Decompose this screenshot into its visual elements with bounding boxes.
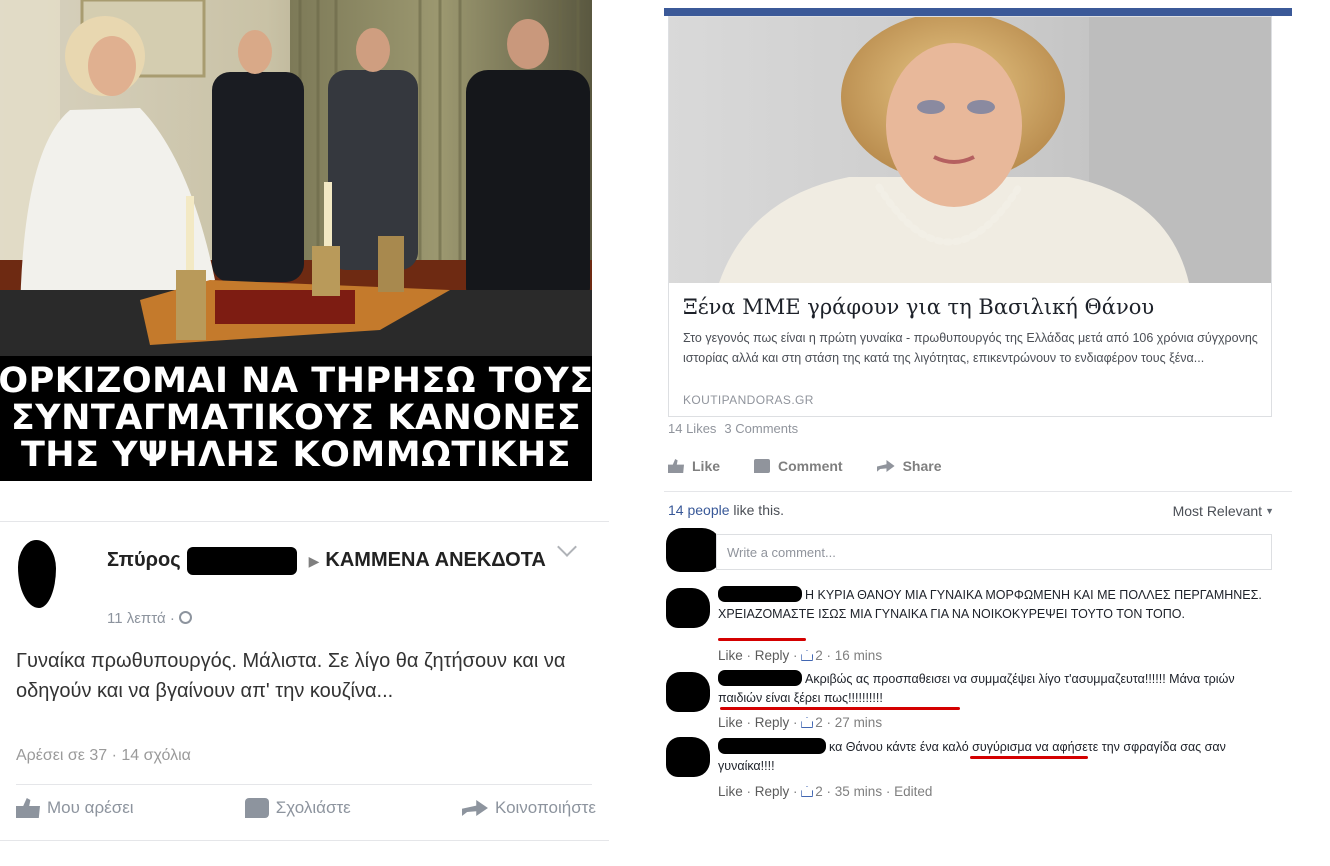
comment-meta: Like · Reply · 2 · 35 mins · Edited [718, 784, 933, 799]
red-underline-annotation [720, 707, 960, 710]
timestamp-text: 11 λεπτά · [107, 610, 175, 627]
thumbs-up-icon [668, 459, 684, 473]
edited-label[interactable]: Edited [894, 784, 932, 799]
comment-time[interactable]: 16 mins [835, 648, 882, 663]
likes-count[interactable]: 14 Likes [668, 421, 716, 436]
post-reaction-stats[interactable]: Αρέσει σε 37 · 14 σχόλια [16, 747, 191, 765]
caption-line-2: ΣΥΝΤΑΓΜΑΤΙΚΟΥΣ ΚΑΝΟΝΕΣ [10, 398, 582, 438]
like-label: Μου αρέσει [47, 798, 134, 817]
article-photo [669, 17, 1271, 283]
comment-meta: Like · Reply · 2 · 16 mins [718, 648, 883, 663]
divider [664, 491, 1292, 492]
share-label: Κοινοποιήστε [494, 798, 596, 817]
like-count-icon [801, 650, 814, 661]
globe-icon [178, 611, 192, 624]
share-arrow-icon [876, 460, 895, 472]
comment-like-link[interactable]: Like [718, 784, 743, 799]
commenter-name-redacted[interactable] [718, 670, 802, 686]
comment-button[interactable]: Comment [754, 458, 843, 474]
post-action-bar: Μου αρέσει Σχολιάστε Κοινοποιήστε [16, 798, 596, 818]
comment-label: Σχολιάστε [275, 798, 351, 817]
comment-time[interactable]: 27 mins [835, 715, 882, 730]
post-timestamp[interactable]: 11 λεπτά · [107, 610, 192, 627]
comment-body: Ακριβώς ας προσπαθεισει να συμμαζέψει λί… [718, 670, 1278, 708]
avatar-redacted[interactable] [666, 672, 710, 712]
comment-time[interactable]: 35 mins [835, 784, 882, 799]
like-count-icon [801, 786, 814, 797]
comment-like-count[interactable]: 2 [815, 715, 823, 730]
like-button[interactable]: Like [668, 458, 720, 474]
like-button[interactable]: Μου αρέσει [16, 798, 134, 818]
link-description: Στο γεγονός πως είναι η πρώτη γυναίκα - … [683, 331, 1258, 365]
avatar-redacted[interactable] [666, 737, 710, 777]
comment-sort-dropdown[interactable]: Most Relevant ▼ [1173, 503, 1274, 519]
comment-bubble-icon [754, 459, 771, 473]
arrow-right-icon: ▶ [308, 552, 320, 569]
like-count-icon [801, 717, 814, 728]
meme-caption: ΟΡΚΙΖΟΜΑΙ ΝΑ ΤΗΡΗΣΩ ΤΟΥΣ ΣΥΝΤΑΓΜΑΤΙΚΟΥΣ … [0, 356, 592, 481]
comment-meta: Like · Reply · 2 · 27 mins [718, 715, 883, 730]
people-like-link[interactable]: 14 people [668, 502, 730, 518]
comments-count[interactable]: 3 Comments [724, 421, 798, 436]
comment-like-count[interactable]: 2 [815, 784, 823, 799]
avatar-redacted[interactable] [18, 540, 56, 608]
meme-image: ΟΡΚΙΖΟΜΑΙ ΝΑ ΤΗΡΗΣΩ ΤΟΥΣ ΣΥΝΤΑΓΜΑΤΙΚΟΥΣ … [0, 0, 592, 481]
link-title[interactable]: Ξένα ΜΜΕ γράφουν για τη Βασιλική Θάνου [683, 295, 1263, 319]
comment-like-link[interactable]: Like [718, 715, 743, 730]
avatar-redacted [666, 528, 722, 572]
name-redaction [186, 546, 297, 575]
caption-line-3: ΤΗΣ ΥΨΗΛΗΣ ΚΟΜΜΩΤΙΚΗΣ [20, 435, 572, 475]
comment-label: Comment [778, 458, 843, 474]
share-arrow-icon [461, 800, 488, 816]
comment-composer [664, 528, 1292, 572]
caption-line-1: ΟΡΚΙΖΟΜΑΙ ΝΑ ΤΗΡΗΣΩ ΤΟΥΣ [0, 361, 592, 401]
sort-label: Most Relevant [1172, 503, 1263, 519]
thumbs-up-icon [16, 798, 40, 818]
like-label: Like [692, 458, 721, 474]
commenter-name-redacted[interactable] [718, 586, 802, 602]
comment-button[interactable]: Σχολιάστε [244, 798, 351, 818]
comment-input[interactable] [716, 534, 1272, 570]
engagement-counts: 14 Likes 3 Comments [668, 421, 798, 436]
facebook-link-post: Ξένα ΜΜΕ γράφουν για τη Βασιλική Θάνου Σ… [664, 8, 1292, 806]
post-header: Σπύρος ▶ ΚΑΜΜΕΝΑ ΑΝΕΚΔΟΤΑ [107, 546, 567, 575]
comment-like-link[interactable]: Like [718, 648, 743, 663]
commenter-name-redacted[interactable] [718, 738, 826, 754]
swearing-in-photo [0, 0, 592, 356]
comment-bubble-icon [244, 798, 269, 818]
share-button[interactable]: Κοινοποιήστε [461, 798, 596, 818]
divider [16, 784, 592, 785]
post-action-bar: Like Comment Share [668, 458, 942, 474]
comment-body: Η ΚΥΡΙΑ ΘΑΝΟΥ ΜΙΑ ΓΥΝΑΙΚΑ ΜΟΡΦΩΜΕΝΗ ΚΑΙ … [718, 586, 1278, 624]
facebook-top-bar [664, 8, 1292, 16]
post-author-link[interactable]: Σπύρος [107, 549, 181, 571]
link-preview-card[interactable]: Ξένα ΜΜΕ γράφουν για τη Βασιλική Θάνου Σ… [668, 16, 1272, 417]
red-underline-annotation [718, 638, 806, 641]
people-like-text: like this. [729, 502, 784, 518]
comment-reply-link[interactable]: Reply [755, 648, 790, 663]
caret-down-icon: ▼ [1265, 506, 1274, 516]
comment-like-count[interactable]: 2 [815, 648, 823, 663]
group-name-link[interactable]: ΚΑΜΜΕΝΑ ΑΝΕΚΔΟΤΑ [325, 549, 546, 571]
share-label: Share [902, 458, 942, 474]
people-like-summary: 14 people like this. [668, 502, 784, 518]
avatar-redacted[interactable] [666, 588, 710, 628]
facebook-post: Σπύρος ▶ ΚΑΜΜΕΝΑ ΑΝΕΚΔΟΤΑ 11 λεπτά · Γυναί… [0, 521, 609, 841]
link-domain: KOUTIPANDORAS.GR [683, 393, 814, 407]
comment-reply-link[interactable]: Reply [755, 784, 790, 799]
red-underline-annotation [970, 756, 1088, 759]
post-text: Γυναίκα πρωθυπουργός. Μάλιστα. Σε λίγο θ… [16, 650, 566, 702]
comment-reply-link[interactable]: Reply [755, 715, 790, 730]
share-button[interactable]: Share [876, 458, 942, 474]
